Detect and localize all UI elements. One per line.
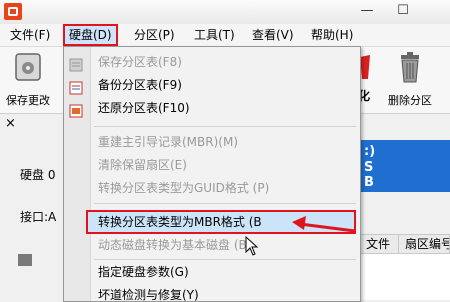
disk-label: 硬盘 0 <box>20 168 56 182</box>
menu-separator <box>94 203 356 204</box>
disk-tree-icon <box>18 254 32 266</box>
backup-table-icon <box>69 81 83 95</box>
save-changes-label: 保存更改 <box>6 94 50 107</box>
left-pane: × 硬盘 0 接口:A <box>0 114 69 300</box>
menu-bar: 文件(F) 硬盘(D) 分区(P) 工具(T) 查看(V) 帮助(H) <box>0 24 450 47</box>
title-bar: — ☐ <box>0 0 450 25</box>
menu-view[interactable]: 查看(V) <box>252 24 294 46</box>
menu-bad-sector-check[interactable]: 坏道检测与修复(Y) <box>98 284 199 301</box>
menu-help[interactable]: 帮助(H) <box>311 24 353 46</box>
menu-save-partition-table[interactable]: 保存分区表(F8) <box>98 51 182 73</box>
menu-dynamic-to-basic[interactable]: 动态磁盘转换为基本磁盘 (B) <box>98 234 251 256</box>
port-label: 接口:A <box>20 210 57 224</box>
partition-grid <box>350 254 450 300</box>
save-changes-button[interactable]: 保存更改 <box>6 51 50 108</box>
disk-bar-line2: S <box>364 160 374 175</box>
close-icon[interactable]: × <box>5 116 16 131</box>
menu-specify-disk-params[interactable]: 指定硬盘参数(G) <box>98 261 189 283</box>
disk-bar-line3: B <box>364 175 374 190</box>
app-icon <box>4 3 22 20</box>
save-table-icon <box>69 58 83 72</box>
mouse-cursor-icon <box>245 236 259 256</box>
maximize-button[interactable]: ☐ <box>386 0 420 24</box>
menu-tools[interactable]: 工具(T) <box>194 24 235 46</box>
minimize-button[interactable]: — <box>350 0 384 24</box>
menu-rebuild-mbr[interactable]: 重建主引导记录(MBR)(M) <box>98 131 238 153</box>
grid-header-file[interactable]: 文件 <box>359 234 399 254</box>
menu-backup-partition-table[interactable]: 备份分区表(F9) <box>98 74 182 96</box>
grid-header-sector[interactable]: 扇区编号 <box>398 234 450 254</box>
disk-bar-line1: :) <box>364 144 376 159</box>
delete-partition-button[interactable]: 删除分区 <box>388 51 432 108</box>
disk-menu-dropdown: 保存分区表(F8) 备份分区表(F9) 还原分区表(F10) 重建主引导记录(M… <box>63 46 361 302</box>
menu-convert-to-mbr[interactable]: 转换分区表类型为MBR格式 (B <box>98 211 262 233</box>
menu-clear-reserved-sectors[interactable]: 清除保留扇区(E) <box>98 154 187 176</box>
delete-partition-label: 删除分区 <box>388 94 432 107</box>
menu-convert-to-guid[interactable]: 转换分区表类型为GUID格式 (P) <box>98 177 269 199</box>
trash-icon <box>401 52 419 83</box>
menu-disk[interactable]: 硬盘(D) <box>63 24 118 46</box>
menu-partition[interactable]: 分区(P) <box>134 24 175 46</box>
restore-table-icon <box>69 104 83 118</box>
menu-file[interactable]: 文件(F) <box>10 24 50 46</box>
disk-partition-bar[interactable]: :) S B <box>350 140 450 192</box>
menu-separator <box>94 126 356 127</box>
menu-restore-partition-table[interactable]: 还原分区表(F10) <box>98 97 190 119</box>
save-disk-icon <box>15 53 41 81</box>
menu-separator <box>94 259 356 260</box>
